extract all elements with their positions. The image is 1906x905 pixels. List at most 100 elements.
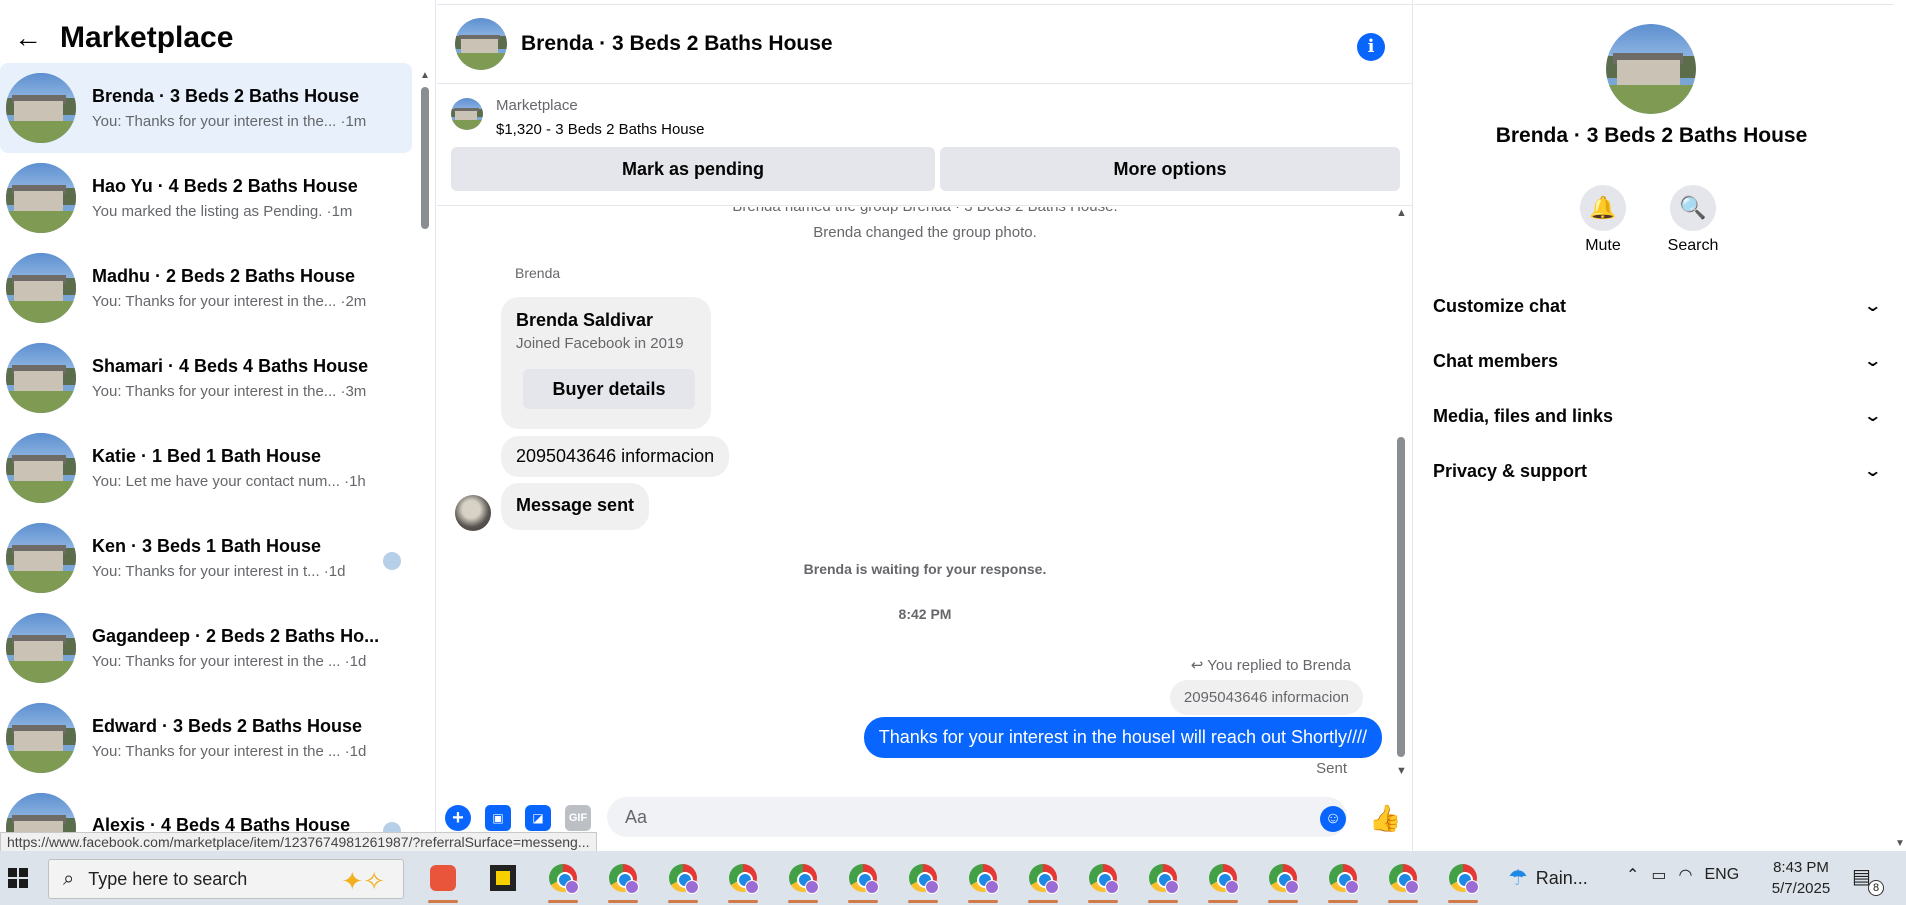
incoming-message[interactable]: Message sent	[501, 483, 650, 530]
chrome-icon[interactable]	[544, 859, 582, 903]
conversation-item[interactable]: Brenda · 3 Beds 2 Baths House You: Thanks…	[0, 63, 412, 153]
language-indicator[interactable]: ENG	[1705, 866, 1740, 884]
conversation-item[interactable]: Katie · 1 Bed 1 Bath House You: Let me ha…	[0, 423, 412, 513]
taskbar-search-box[interactable]: ⌕ Type here to search ✦✧	[48, 859, 404, 899]
chevron-up-icon[interactable]: ⌃	[1626, 865, 1639, 885]
sidebar-title: Marketplace	[60, 21, 234, 54]
buyer-details-button[interactable]: Buyer details	[523, 369, 695, 409]
clock-date: 5/7/2025	[1771, 880, 1831, 897]
snip-tool-icon[interactable]	[424, 859, 462, 903]
messenger-window: ← Marketplace Brenda · 3 Beds 2 Baths Ho…	[0, 0, 1906, 852]
accordion-privacy-support[interactable]: Privacy & support ⌄	[1433, 451, 1882, 491]
chrome-icon[interactable]	[1324, 859, 1362, 903]
chat-avatar[interactable]	[455, 18, 507, 70]
accordion-label: Media, files and links	[1433, 405, 1614, 426]
chrome-icon[interactable]	[1024, 859, 1062, 903]
listing-thumbnail[interactable]	[451, 98, 483, 130]
taskbar-clock[interactable]: 8:43 PM 5/7/2025	[1766, 857, 1836, 899]
emoji-icon[interactable]: ☺	[1320, 806, 1346, 832]
notifications-icon[interactable]: ▤ 8	[1852, 864, 1884, 896]
chrome-icon[interactable]	[724, 859, 762, 903]
conversation-title: Hao Yu · 4 Beds 2 Baths House	[92, 176, 358, 196]
chrome-icon[interactable]	[1444, 859, 1482, 903]
buyer-profile-card: Brenda Saldivar Joined Facebook in 2019 …	[501, 297, 711, 429]
mark-as-pending-button[interactable]: Mark as pending	[451, 147, 935, 191]
incoming-message[interactable]: 2095043646 informacion	[501, 436, 730, 477]
sender-avatar[interactable]	[455, 495, 491, 531]
listing-source-label: Marketplace	[496, 97, 578, 114]
photo-icon[interactable]: ▣	[485, 805, 511, 831]
thread-scrollbar[interactable]: ▲ ▼	[1395, 207, 1407, 777]
conversation-item[interactable]: Ken · 3 Beds 1 Bath House You: Thanks for…	[0, 513, 412, 603]
scroll-down-icon[interactable]: ▼	[1396, 765, 1407, 777]
profile-joined: Joined Facebook in 2019	[516, 335, 684, 352]
profile-name[interactable]: Brenda Saldivar	[516, 310, 653, 331]
accordion-media-files-links[interactable]: Media, files and links ⌄	[1433, 396, 1882, 436]
search-icon[interactable]: 🔍	[1670, 185, 1716, 231]
plus-icon[interactable]: +	[445, 805, 471, 831]
scrollbar-thumb[interactable]	[421, 87, 429, 229]
chrome-icon[interactable]	[1144, 859, 1182, 903]
chrome-icon[interactable]	[964, 859, 1002, 903]
chrome-icon[interactable]	[604, 859, 642, 903]
mute-label[interactable]: Mute	[1563, 237, 1643, 255]
sticker-icon[interactable]: ◪	[525, 805, 551, 831]
outgoing-message[interactable]: Thanks for your interest in the houseI w…	[863, 717, 1382, 758]
conversation-item[interactable]: Madhu · 2 Beds 2 Baths House You: Thanks …	[0, 243, 412, 333]
conversation-preview: You: Thanks for your interest in the ...…	[92, 743, 367, 760]
quoted-message[interactable]: 2095043646 informacion	[1169, 680, 1363, 715]
chrome-icon[interactable]	[904, 859, 942, 903]
sticky-notes-icon[interactable]	[484, 859, 522, 897]
conversation-preview: You: Thanks for your interest in t... ·1…	[92, 563, 346, 580]
details-name: Brenda · 3 Beds 2 Baths House	[1495, 124, 1808, 147]
search-label[interactable]: Search	[1653, 237, 1733, 255]
info-icon[interactable]: i	[1357, 33, 1385, 61]
chevron-down-icon: ⌄	[1862, 463, 1882, 480]
accordion-customize-chat[interactable]: Customize chat ⌄	[1433, 286, 1882, 326]
conversation-title: Katie · 1 Bed 1 Bath House	[92, 446, 322, 466]
listing-thumbnail	[6, 433, 76, 503]
listing-price-title[interactable]: $1,320 - 3 Beds 2 Baths House	[496, 121, 704, 138]
chrome-icon[interactable]	[1084, 859, 1122, 903]
umbrella-icon: ☂	[1508, 865, 1528, 890]
windows-start-icon[interactable]	[0, 851, 36, 905]
message-input[interactable]	[607, 797, 1347, 837]
chrome-icon[interactable]	[1204, 859, 1242, 903]
gif-icon[interactable]: GIF	[565, 805, 591, 831]
back-arrow-icon[interactable]: ←	[14, 22, 50, 54]
message-thread: Brenda named the group Brenda · 3 Beds 2…	[437, 207, 1413, 787]
scroll-up-icon[interactable]: ▲	[420, 70, 430, 81]
scrollbar-thumb[interactable]	[1397, 437, 1405, 757]
thumbs-up-icon[interactable]: 👍	[1369, 803, 1401, 834]
system-message: Brenda named the group Brenda · 3 Beds 2…	[437, 207, 1413, 215]
scroll-up-icon[interactable]: ▲	[1396, 207, 1407, 219]
notification-count: 8	[1868, 880, 1884, 896]
chrome-icon[interactable]	[784, 859, 822, 903]
battery-icon[interactable]: ▭	[1651, 865, 1666, 885]
weather-widget[interactable]: ☂ Rain...	[1508, 865, 1588, 891]
chrome-icon[interactable]	[664, 859, 702, 903]
accordion-label: Chat members	[1433, 350, 1559, 371]
listing-thumbnail	[6, 703, 76, 773]
accordion-chat-members[interactable]: Chat members ⌄	[1433, 341, 1882, 381]
system-tray: ⌃ ▭ ◠ ENG	[1626, 865, 1751, 885]
sidebar-scrollbar[interactable]: ▲	[420, 70, 430, 850]
bell-icon[interactable]: 🔔	[1580, 185, 1626, 231]
chrome-icon[interactable]	[844, 859, 882, 903]
page-scrollbar[interactable]: ▼	[1893, 0, 1906, 851]
reply-icon: ↩	[1190, 657, 1208, 674]
chat-title[interactable]: Brenda · 3 Beds 2 Baths House	[521, 32, 833, 56]
conversation-preview: You: Thanks for your interest in the... …	[92, 383, 367, 400]
details-avatar[interactable]	[1606, 24, 1696, 114]
wifi-icon[interactable]: ◠	[1679, 865, 1693, 885]
chrome-icon[interactable]	[1264, 859, 1302, 903]
conversation-title: Ken · 3 Beds 1 Bath House	[92, 536, 322, 556]
scroll-down-icon[interactable]: ▼	[1895, 838, 1905, 849]
more-options-button[interactable]: More options	[940, 147, 1400, 191]
conversation-item[interactable]: Shamari · 4 Beds 4 Baths House You: Thank…	[0, 333, 412, 423]
sent-status: Sent	[1316, 760, 1347, 777]
conversation-item[interactable]: Gagandeep · 2 Beds 2 Baths Ho... You: Tha…	[0, 603, 412, 693]
conversation-item[interactable]: Hao Yu · 4 Beds 2 Baths House You marked …	[0, 153, 412, 243]
chrome-icon[interactable]	[1384, 859, 1422, 903]
conversation-item[interactable]: Edward · 3 Beds 2 Baths House You: Thanks…	[0, 693, 412, 783]
